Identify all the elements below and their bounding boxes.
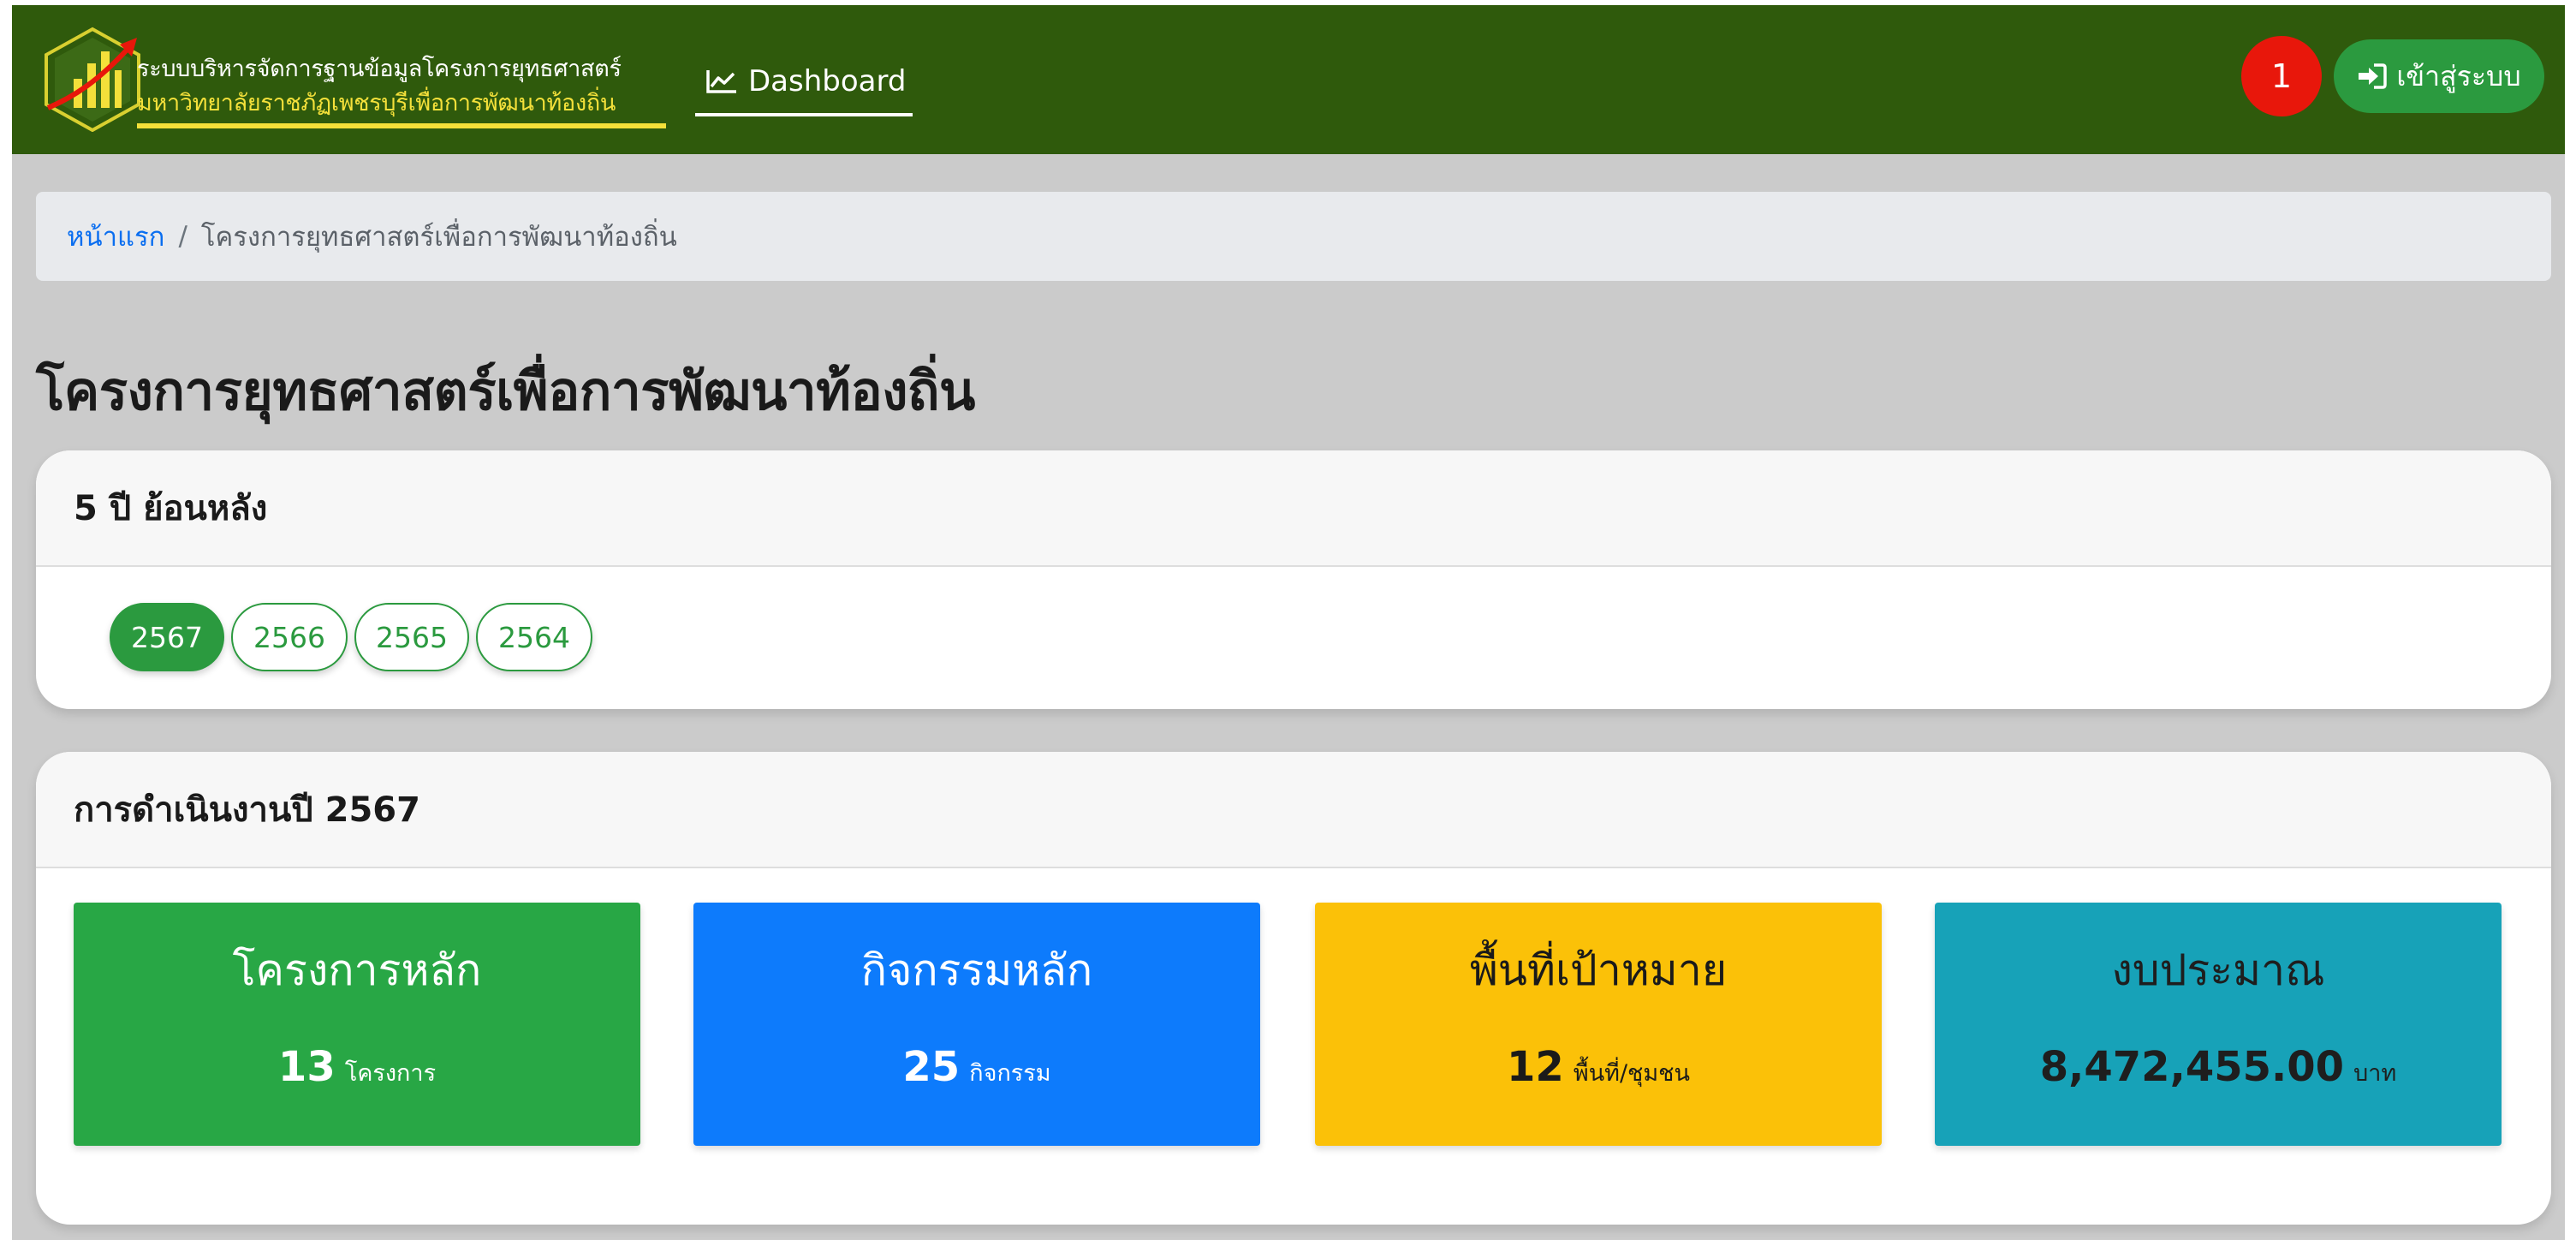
stat-main-projects[interactable]: โครงการหลัก 13 โครงการ: [74, 903, 640, 1146]
logo-title-line2[interactable]: มหาวิทยาลัยราชภัฏเพชรบุรีเพื่อการพัฒนาท้…: [137, 84, 616, 121]
logo-underline: [137, 123, 666, 128]
stat-unit: โครงการ: [344, 1060, 437, 1087]
notification-badge[interactable]: 1: [2241, 36, 2322, 116]
browser-viewport: ระบบบริหารจัดการฐานข้อมูลโครงการยุทธศาสต…: [12, 5, 2565, 1240]
nav-dashboard-link[interactable]: Dashboard: [705, 60, 906, 103]
stat-main-activities[interactable]: กิจกรรมหลัก 25 กิจกรรม: [693, 903, 1260, 1146]
stat-title: งบประมาณ: [2111, 945, 2325, 995]
top-navbar: ระบบบริหารจัดการฐานข้อมูลโครงการยุทธศาสต…: [12, 5, 2565, 154]
login-label: เข้าสู่ระบบ: [2396, 59, 2521, 92]
chart-line-icon: [706, 70, 736, 93]
stat-value-row: 13 โครงการ: [74, 1043, 640, 1091]
year-pill-2566[interactable]: 2566: [231, 603, 348, 671]
stat-value-row: 25 กิจกรรม: [693, 1043, 1260, 1091]
stat-value: 8,472,455.00: [2039, 1043, 2345, 1091]
breadcrumb-separator: /: [178, 221, 187, 252]
stat-unit: กิจกรรม: [969, 1060, 1051, 1087]
stat-title: โครงการหลัก: [232, 945, 482, 995]
stat-value: 13: [277, 1043, 336, 1091]
stat-budget[interactable]: งบประมาณ 8,472,455.00 บาท: [1935, 903, 2502, 1146]
year-pill-2565[interactable]: 2565: [354, 603, 469, 671]
stats-card: การดำเนินงานปี 2567 โครงการหลัก 13 โครงก…: [36, 752, 2551, 1225]
stat-unit: พื้นที่/ชุมชน: [1573, 1060, 1690, 1087]
breadcrumb: หน้าแรก / โครงการยุทธศาสตร์เพื่อการพัฒนา…: [36, 192, 2551, 281]
stat-title: กิจกรรมหลัก: [860, 945, 1093, 995]
notification-count: 1: [2270, 57, 2293, 95]
nav-dashboard-label: Dashboard: [748, 64, 907, 98]
stat-value: 12: [1507, 1043, 1564, 1091]
stat-target-areas[interactable]: พื้นที่เป้าหมาย 12 พื้นที่/ชุมชน: [1315, 903, 1882, 1146]
stat-value-row: 8,472,455.00 บาท: [1935, 1043, 2502, 1091]
stat-title: พื้นที่เป้าหมาย: [1469, 945, 1728, 995]
year-pill-group: 2567 2566 2565 2564: [110, 603, 592, 671]
page-title: โครงการยุทธศาสตร์เพื่อการพัฒนาท้องถิ่น: [36, 360, 975, 422]
years-card: 5 ปี ย้อนหลัง 2567 2566 2565 2564: [36, 450, 2551, 709]
year-pill-2564[interactable]: 2564: [476, 603, 592, 671]
breadcrumb-current: โครงการยุทธศาสตร์เพื่อการพัฒนาท้องถิ่น: [200, 222, 677, 253]
stat-value-row: 12 พื้นที่/ชุมชน: [1315, 1043, 1882, 1091]
breadcrumb-home-link[interactable]: หน้าแรก: [67, 215, 164, 258]
login-button[interactable]: เข้าสู่ระบบ: [2334, 39, 2544, 113]
logo-title-line1[interactable]: ระบบบริหารจัดการฐานข้อมูลโครงการยุทธศาสต…: [137, 50, 622, 86]
years-card-header: 5 ปี ย้อนหลัง: [36, 450, 2551, 567]
nav-active-indicator: [695, 113, 913, 116]
stats-card-header: การดำเนินงานปี 2567: [36, 752, 2551, 868]
year-pill-2567[interactable]: 2567: [110, 603, 224, 671]
stat-value: 25: [902, 1043, 961, 1091]
sign-in-icon: [2359, 63, 2388, 89]
stat-unit: บาท: [2353, 1060, 2397, 1087]
logo-icon[interactable]: [38, 26, 147, 132]
